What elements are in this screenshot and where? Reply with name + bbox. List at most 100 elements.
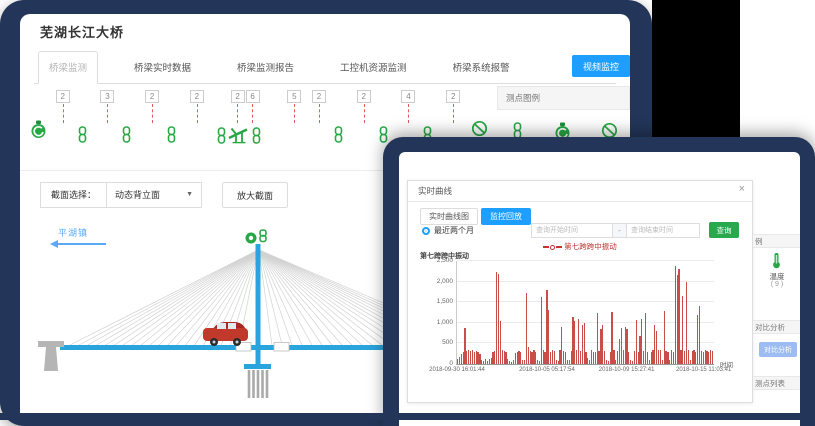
sensor-group: 5 [287, 90, 303, 150]
sensor-group: 2 [190, 90, 206, 150]
y-tick-label: 0 [449, 360, 457, 367]
dialog-tab-1[interactable]: 监控回放 [481, 208, 531, 225]
window-bottom-frame [0, 413, 815, 420]
section-controls: 截面选择： 动态背立面 ▼ 放大截面 [40, 182, 288, 208]
sensor-count-badge: 4 [401, 90, 415, 103]
x-axis-name: 时间 [720, 359, 733, 369]
y-tick-label: 1,000 [437, 319, 457, 326]
dialog-tab-group: 实时曲线图监控回放 [420, 208, 531, 225]
sensor-count-badge: 2 [231, 90, 245, 103]
strip-legend-header: 例 [753, 234, 800, 248]
sensor-group: 2 [145, 90, 181, 150]
link-icon[interactable] [165, 126, 178, 148]
dashed-leader-line [252, 104, 253, 123]
bridge-tower [256, 244, 261, 365]
close-icon[interactable]: × [739, 183, 745, 195]
y-tick-label: 1,500 [437, 298, 457, 305]
query-button[interactable]: 查询 [709, 222, 739, 238]
dashed-leader-line [294, 104, 295, 123]
left-abutment [38, 341, 64, 371]
pier-cap [244, 364, 271, 369]
tower-top-sensor-icons[interactable] [246, 230, 267, 244]
y-tick-label: 2,500 [437, 257, 457, 264]
chart-plot-area: 05001,0001,5002,0002,5002018-09-30 16:01… [456, 261, 714, 365]
cluster-icons[interactable] [215, 126, 263, 149]
pier-piles [249, 370, 267, 398]
dialog-header: 实时曲线 × [408, 181, 752, 202]
dialog-tab-0[interactable]: 实时曲线图 [420, 208, 478, 225]
dashed-leader-line [364, 104, 365, 123]
x-tick-label: 2018-10-09 15:27:41 [599, 367, 655, 373]
deck-joint-right [274, 343, 289, 352]
dashed-leader-line [237, 104, 238, 123]
sensor-count-badge: 3 [100, 90, 114, 103]
section-select-value: 动态背立面 [115, 183, 160, 207]
legend-series-name: 第七跨跨中振动 [564, 242, 617, 251]
dashed-leader-line [152, 104, 153, 123]
tab-0[interactable]: 桥梁监测 [38, 51, 98, 84]
dashed-leader-line [107, 104, 108, 123]
sensor-group: 2 [56, 90, 92, 150]
video-monitor-button[interactable]: 视频监控 [572, 55, 630, 77]
radio-icon [422, 227, 430, 235]
sensor-count-badge: 2 [312, 90, 326, 103]
gridline [457, 260, 714, 261]
dashed-leader-line [197, 104, 198, 123]
popup-window-content: 实时曲线 × 实时曲线图监控回放 最近两个月 - 查询 第七跨跨中振动 第七跨跨… [399, 152, 800, 426]
date-range-inputs: - 查询 [531, 222, 739, 238]
x-tick-label: 2018-10-05 05:17:54 [519, 367, 575, 373]
link-icon[interactable] [76, 126, 89, 148]
tab-4[interactable]: 桥梁系统报警 [443, 52, 520, 83]
recent-range-radio[interactable]: 最近两个月 [422, 225, 474, 236]
tab-3[interactable]: 工控机资源监测 [330, 52, 417, 83]
link-icon[interactable] [120, 126, 133, 148]
query-end-time-input[interactable] [626, 223, 700, 238]
strip-list-header: 测点列表 [753, 376, 800, 390]
tab-1[interactable]: 桥梁实时数据 [124, 52, 201, 83]
tab-2[interactable]: 桥梁监测报告 [227, 52, 304, 83]
compare-analysis-button[interactable]: 对比分析 [759, 342, 797, 357]
page-title: 芜湖长江大桥 [40, 22, 124, 41]
sensor-cluster: 26 [215, 90, 279, 150]
dashed-leader-line [63, 104, 64, 123]
sensor-count-badge: 6 [246, 90, 260, 103]
sensor-count-badge: 2 [190, 90, 204, 103]
link-icon[interactable] [215, 127, 228, 149]
sensor-count-badge: 2 [357, 90, 371, 103]
legend-panel-title: 测点图例 [497, 86, 630, 110]
dashed-leader-line [453, 104, 454, 123]
sensor-count-badge: 2 [56, 90, 70, 103]
legend-marker-icon [550, 245, 555, 250]
chart-bar [712, 351, 713, 364]
gauge-icon[interactable] [30, 120, 47, 144]
dashed-leader-line [319, 104, 320, 123]
sensor-count-badge: 5 [287, 90, 301, 103]
radio-label: 最近两个月 [434, 225, 474, 236]
strip-compare-header: 对比分析 [753, 320, 800, 334]
popup-window-frame: 实时曲线 × 实时曲线图监控回放 最近两个月 - 查询 第七跨跨中振动 第七跨跨… [383, 137, 815, 426]
zoom-section-button[interactable]: 放大截面 [222, 182, 288, 208]
query-start-time-input[interactable] [531, 223, 613, 238]
sensor-group: 3 [100, 90, 136, 150]
y-tick-label: 500 [442, 339, 457, 346]
x-tick-label: 2018-09-30 16:01:44 [429, 367, 485, 373]
link-icon[interactable] [332, 126, 345, 148]
sensor-count-badge: 2 [145, 90, 159, 103]
y-tick-label: 2,000 [437, 278, 457, 285]
section-select[interactable]: 动态背立面 ▼ [106, 182, 202, 208]
legend-marker-icon [543, 246, 549, 248]
section-select-label: 截面选择： [40, 182, 106, 208]
bearing-icon[interactable] [228, 126, 250, 149]
range-separator: - [613, 223, 626, 238]
dialog-title: 实时曲线 [418, 181, 452, 202]
desktop-black-area [652, 0, 740, 139]
realtime-curve-dialog: 实时曲线 × 实时曲线图监控回放 最近两个月 - 查询 第七跨跨中振动 第七跨跨… [407, 180, 753, 403]
legend-marker-icon [556, 246, 562, 248]
sensor-count-badge: 2 [446, 90, 460, 103]
main-tab-bar: 桥梁监测桥梁实时数据桥梁监测报告工控机资源监测桥梁系统报警 [34, 52, 616, 84]
temperature-count: ( 9 ) [763, 281, 791, 288]
sensor-group: 2 [312, 90, 348, 150]
sensor-group: 2 [357, 90, 393, 150]
link-icon[interactable] [250, 127, 263, 149]
chevron-down-icon: ▼ [186, 183, 193, 207]
